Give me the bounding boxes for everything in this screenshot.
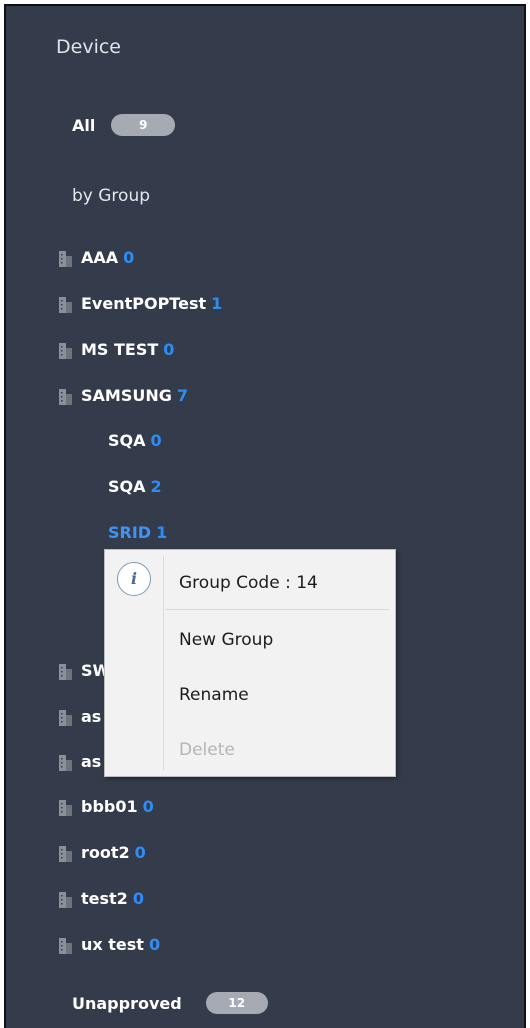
building-icon xyxy=(59,845,72,862)
group-count: 0 xyxy=(134,843,146,862)
group-item-as[interactable]: as xyxy=(58,752,101,771)
info-icon: i xyxy=(117,562,151,596)
menu-separator xyxy=(165,609,389,610)
group-name: bbb01 xyxy=(81,797,138,816)
group-item-ms-test[interactable]: MS TEST 0 xyxy=(58,340,174,359)
building-icon xyxy=(59,296,72,313)
group-item-as[interactable]: as xyxy=(58,707,101,726)
building-icon xyxy=(59,754,72,771)
building-icon xyxy=(59,342,72,359)
group-count: 0 xyxy=(132,889,144,908)
group-count: 2 xyxy=(150,477,162,496)
group-name: SRID xyxy=(108,523,152,542)
group-item-bbb01[interactable]: bbb01 0 xyxy=(58,797,154,816)
unapproved-item[interactable]: Unapproved 12 xyxy=(72,992,268,1014)
group-name: as xyxy=(81,752,102,771)
group-name: SAMSUNG xyxy=(81,386,172,405)
subgroup-item-sqa[interactable]: SQA 0 xyxy=(108,431,162,450)
building-icon xyxy=(59,891,72,908)
group-name: SQA xyxy=(108,431,146,450)
group-count: 7 xyxy=(176,386,189,405)
all-devices-item[interactable]: All 9 xyxy=(72,114,176,136)
group-count: 1 xyxy=(211,294,223,313)
menu-icon-gutter xyxy=(163,556,164,770)
group-name: ux test xyxy=(81,935,144,954)
panel-title: Device xyxy=(56,36,121,58)
group-item-sw[interactable]: SW xyxy=(58,661,110,680)
group-count: 0 xyxy=(163,340,175,359)
group-item-aaa[interactable]: AAA 0 xyxy=(58,248,134,267)
building-icon xyxy=(59,388,72,405)
building-icon xyxy=(59,937,72,954)
group-item-eventpoptest[interactable]: EventPOPTest 1 xyxy=(58,294,222,313)
group-name: test2 xyxy=(81,889,128,908)
building-icon xyxy=(59,250,72,267)
context-menu: i Group Code : 14 New Group Rename Delet… xyxy=(104,549,396,777)
group-name: root2 xyxy=(81,843,130,862)
group-count: 0 xyxy=(150,431,162,450)
rename-menu-item[interactable]: Rename xyxy=(179,685,249,705)
building-icon xyxy=(59,663,72,680)
subgroup-item-srid[interactable]: SRID 1 xyxy=(108,523,167,542)
group-count: 0 xyxy=(123,248,135,267)
unapproved-count-badge: 12 xyxy=(205,992,268,1014)
group-name: as xyxy=(81,707,102,726)
group-item-root2[interactable]: root2 0 xyxy=(58,843,146,862)
building-icon xyxy=(59,709,72,726)
all-label: All xyxy=(72,115,96,135)
group-name: MS TEST xyxy=(81,340,159,359)
all-count-badge: 9 xyxy=(111,114,176,136)
unapproved-label: Unapproved xyxy=(72,993,182,1013)
group-name: AAA xyxy=(81,248,119,267)
group-name: EventPOPTest xyxy=(81,294,207,313)
device-panel: Device All 9 by Group AAA 0 EventPOPTest… xyxy=(4,4,526,1028)
group-code-label: Group Code : 14 xyxy=(179,573,318,593)
group-item-samsung[interactable]: SAMSUNG 7 xyxy=(58,386,188,405)
by-group-heading: by Group xyxy=(72,186,151,206)
delete-menu-item: Delete xyxy=(179,740,235,760)
group-item-test2[interactable]: test2 0 xyxy=(58,889,144,908)
group-count: 1 xyxy=(156,523,168,542)
building-icon xyxy=(59,799,72,816)
group-count: 0 xyxy=(148,935,161,954)
group-count: 0 xyxy=(142,797,154,816)
group-item-ux-test[interactable]: ux test 0 xyxy=(58,935,160,954)
subgroup-item-sqa[interactable]: SQA 2 xyxy=(108,477,162,496)
new-group-menu-item[interactable]: New Group xyxy=(179,630,273,650)
group-name: SQA xyxy=(108,477,146,496)
